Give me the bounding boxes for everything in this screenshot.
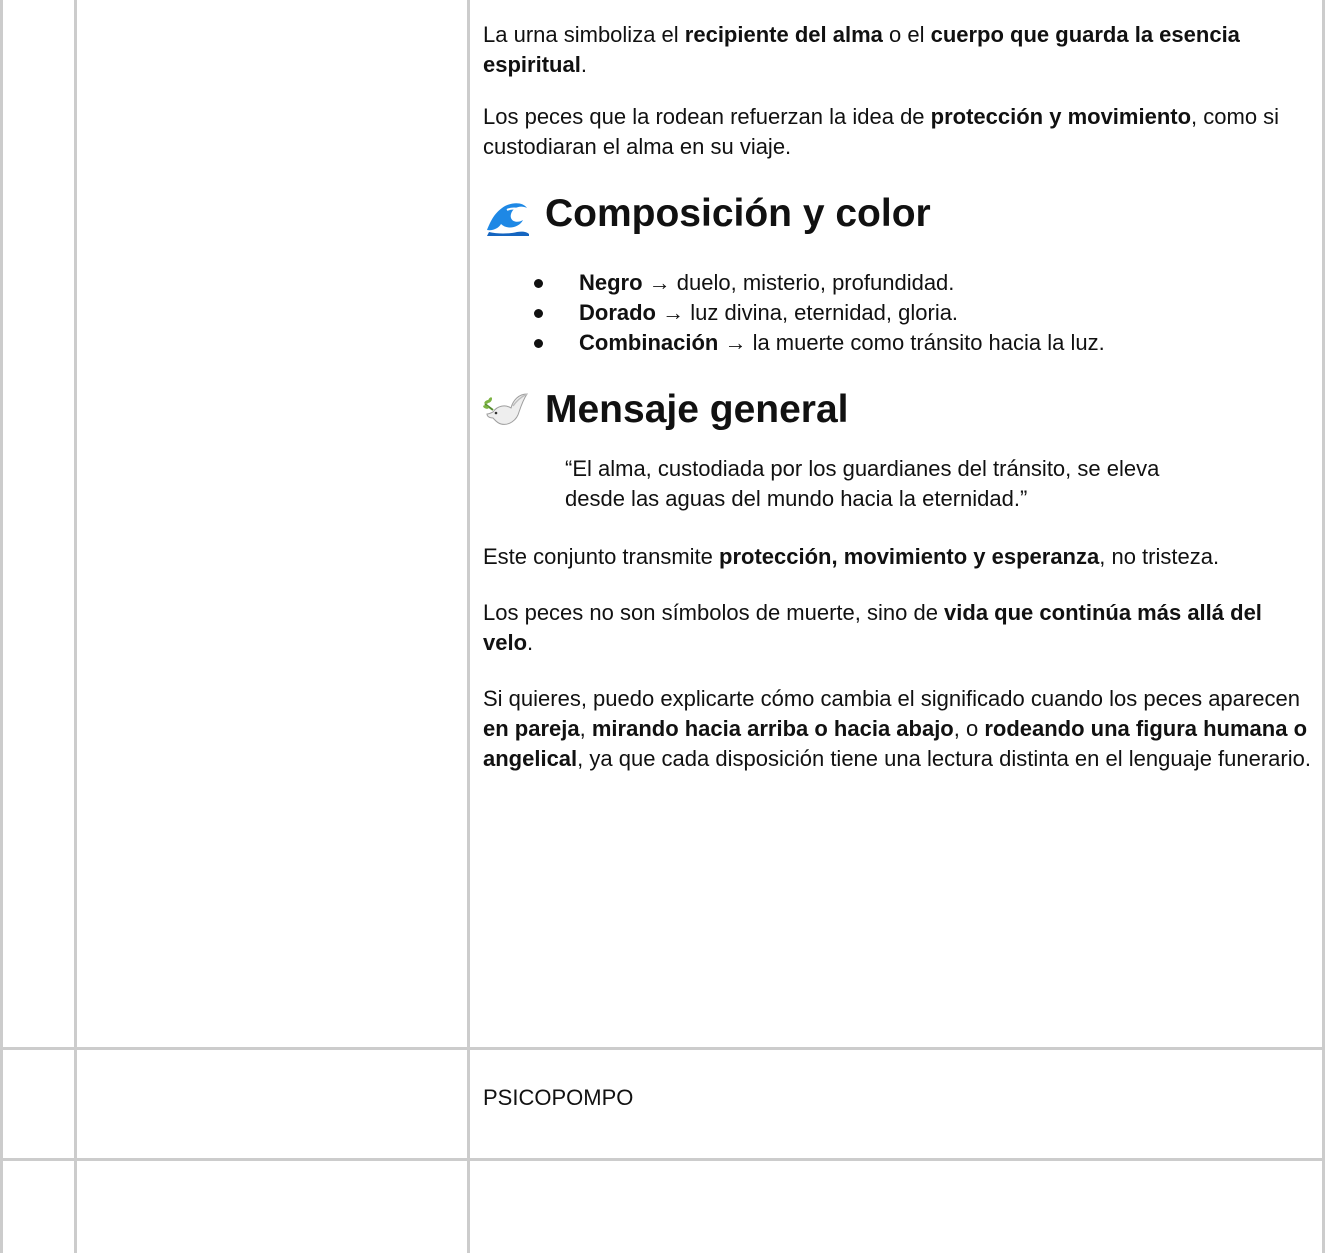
paragraph-conjunto: Este conjunto transmite protección, movi… (483, 544, 1220, 569)
bullet-icon (534, 279, 543, 288)
heading-mensaje: Mensaje general (483, 386, 1313, 434)
table-row-divider-1 (0, 1047, 1325, 1050)
heading-composicion: Composición y color (483, 190, 1313, 238)
quote-block: “El alma, custodiada por los guardianes … (565, 456, 1160, 511)
water-wave-icon (483, 190, 531, 238)
paragraph-si-quieres: Si quieres, puedo explicarte cómo cambia… (483, 686, 1311, 771)
table-border-left (0, 0, 3, 1253)
table-row-divider-2 (0, 1158, 1325, 1161)
heading-text: Mensaje general (545, 388, 849, 431)
bullet-icon (534, 339, 543, 348)
bold-text: protección y movimiento (930, 104, 1192, 129)
bold-text: recipiente del alma (684, 22, 883, 47)
document-cell-content: La urna simboliza el recipiente del alma… (483, 20, 1313, 796)
cell-psicopompo: PSICOPOMPO (483, 1085, 634, 1110)
bullet-list: Negro → duelo, misterio, profundidad. Do… (483, 268, 1313, 358)
bold-text: en pareja (483, 716, 580, 741)
bold-text: protección, movimiento y esperanza (719, 544, 1100, 569)
dove-icon (483, 386, 531, 434)
paragraph-vida: Los peces no son símbolos de muerte, sin… (483, 600, 1262, 655)
table-column-divider-2 (467, 0, 470, 1253)
bold-text: mirando hacia arriba o hacia abajo (591, 716, 954, 741)
list-item: Negro → duelo, misterio, profundidad. (483, 268, 1313, 298)
paragraph-urna: La urna simboliza el recipiente del alma… (483, 22, 1240, 77)
paragraph-peces: Los peces que la rodean refuerzan la ide… (483, 104, 1280, 159)
heading-text: Composición y color (545, 192, 931, 235)
bullet-icon (534, 309, 543, 318)
list-item: Combinación → la muerte como tránsito ha… (483, 328, 1313, 358)
table-column-divider-1 (74, 0, 77, 1253)
list-item: Dorado → luz divina, eternidad, gloria. (483, 298, 1313, 328)
